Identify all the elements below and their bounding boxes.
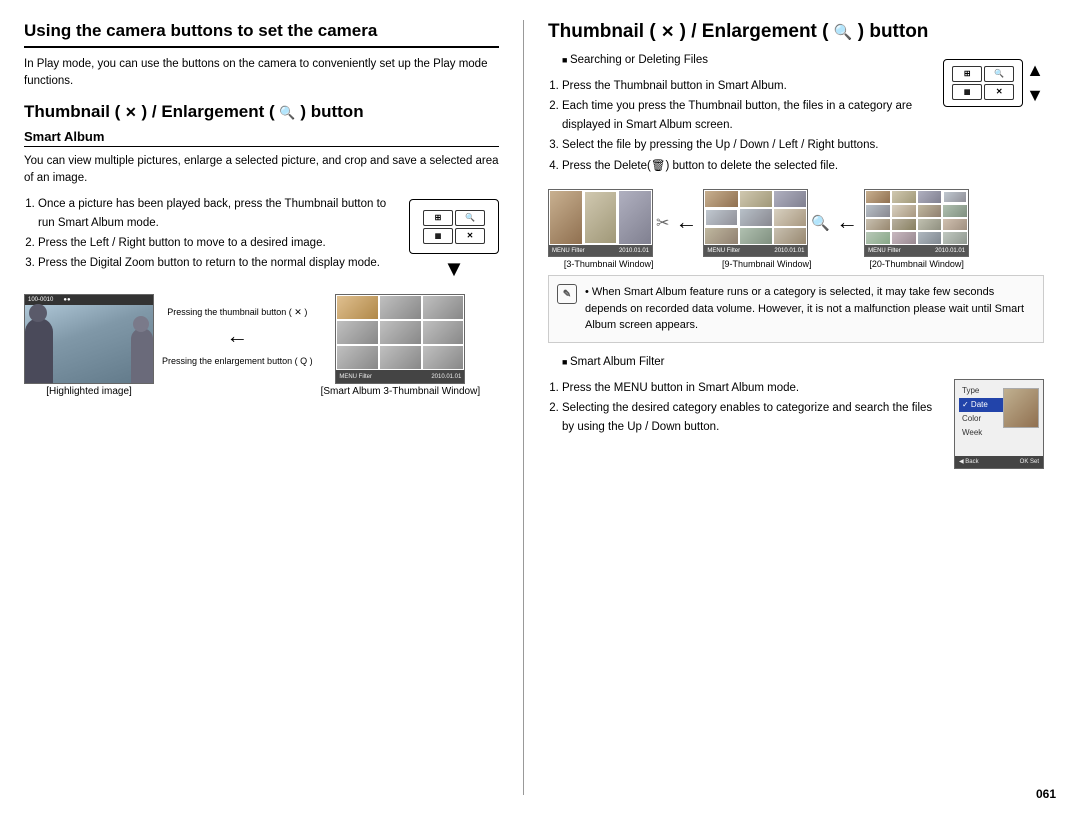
right-step-3: Select the file by pressing the Up / Dow… <box>562 136 933 154</box>
smart-album-label: [Smart Album 3-Thumbnail Window] <box>321 386 481 397</box>
left-image-area: 100-0010 ●● [Highlighted image] Pressing… <box>24 294 499 397</box>
searching-header: Searching or Deleting Files <box>562 51 933 69</box>
btn-cell-tl: ⊞ <box>423 210 453 226</box>
right-step-1: Press the Thumbnail button in Smart Albu… <box>562 77 933 95</box>
right-step-4: Press the Delete(🗑) button to delete the… <box>562 157 933 175</box>
right-section-header: Searching or Deleting Files <box>548 51 933 69</box>
scissors-icon: ✂ <box>656 213 669 233</box>
filter-bottom-bar: ◀ Back OK Set <box>955 456 1043 468</box>
intro-text: In Play mode, you can use the buttons on… <box>24 56 499 91</box>
filter-step-1: Press the MENU button in Smart Album mod… <box>562 379 944 397</box>
pressing-enlarge-label: Pressing the enlargement button ( Q ) <box>162 355 313 368</box>
left-sub-title: Thumbnail ( ✕ ) / Enlargement ( 🔍 ) butt… <box>24 101 499 123</box>
smart-album-desc: You can view multiple pictures, enlarge … <box>24 153 499 188</box>
note-text: • When Smart Album feature runs or a cat… <box>585 284 1035 334</box>
btn-cell-br: ✕ <box>455 228 485 244</box>
highlighted-image-label: [Highlighted image] <box>46 386 132 397</box>
twenty-thumb-window: MENU Filter2010.01.01 [20-Thumbnail Wind… <box>864 189 969 269</box>
nine-thumb-label: [9-Thumbnail Window] <box>722 259 812 269</box>
camera-button-diagram-right: ⊞ 🔍 ▦ ✕ <box>943 59 1023 107</box>
filter-week: Week <box>959 426 1039 440</box>
smart-album-image: MENU Filter 2010.01.01 <box>335 294 465 384</box>
rbtn-tr: 🔍 <box>984 66 1014 82</box>
note-icon: ✎ <box>557 284 577 304</box>
arrows-right: ▲ ▼ <box>1026 60 1044 106</box>
section-title: Using the camera buttons to set the came… <box>24 20 499 48</box>
three-thumb-window: MENU Filter2010.01.01 ◀ 1 2 3 ▶ ✂ [3-Thu… <box>548 189 669 269</box>
right-steps-list: Press the Thumbnail button in Smart Albu… <box>548 77 933 175</box>
three-thumb-img: MENU Filter2010.01.01 ◀ 1 2 3 ▶ <box>548 189 653 257</box>
left-arrow-thumb: ← <box>675 209 697 269</box>
left-step-1: Once a picture has been played back, pre… <box>38 195 399 232</box>
twenty-thumb-img: MENU Filter2010.01.01 <box>864 189 969 257</box>
right-step-2: Each time you press the Thumbnail button… <box>562 97 933 134</box>
rbtn-tl: ⊞ <box>952 66 982 82</box>
pressing-thumb-label: Pressing the thumbnail button ( ✕ ) <box>167 306 307 319</box>
thumbnail-windows-row: MENU Filter2010.01.01 ◀ 1 2 3 ▶ ✂ [3-Thu… <box>548 189 1044 269</box>
btn-cell-tr: 🔍 <box>455 210 485 226</box>
three-thumb-label: [3-Thumbnail Window] <box>564 259 654 269</box>
nine-thumb-img: MENU Filter2010.01.01 <box>703 189 808 257</box>
left-column: Using the camera buttons to set the came… <box>24 20 524 795</box>
filter-steps-list: Press the MENU button in Smart Album mod… <box>548 379 944 438</box>
smart-album-heading: Smart Album <box>24 129 499 147</box>
note-box: ✎ • When Smart Album feature runs or a c… <box>548 275 1044 343</box>
smart-album-filter-header: Smart Album Filter <box>548 353 1044 371</box>
page-number: 061 <box>1036 787 1056 801</box>
right-column: Thumbnail ( ✕ ) / Enlargement ( 🔍 ) butt… <box>524 20 1044 795</box>
twenty-thumb-label: [20-Thumbnail Window] <box>869 259 964 269</box>
down-arrow-icon: ▼ <box>443 256 465 282</box>
right-sub-title: Thumbnail ( ✕ ) / Enlargement ( 🔍 ) butt… <box>548 20 1044 45</box>
highlighted-image: 100-0010 ●● <box>24 294 154 384</box>
btn-cell-bl: ▦ <box>423 228 453 244</box>
rbtn-br: ✕ <box>984 84 1014 100</box>
left-step-3: Press the Digital Zoom button to return … <box>38 254 399 272</box>
left-steps-list: Once a picture has been played back, pre… <box>24 195 399 273</box>
camera-button-diagram: ⊞ 🔍 ▦ ✕ <box>409 199 499 254</box>
left-arrow-icon: ← <box>226 323 248 349</box>
nine-thumb-window: MENU Filter2010.01.01 🔍 [9-Thumbnail Win… <box>703 189 830 269</box>
filter-step-2: Selecting the desired category enables t… <box>562 399 944 436</box>
smart-album-filter-label: Smart Album Filter <box>562 353 1044 371</box>
left-step-2: Press the Left / Right button to move to… <box>38 234 399 252</box>
left-arrow-thumb2: ← <box>836 209 858 269</box>
filter-menu-image: Type ✓ Date Color Week ◀ Back OK Set <box>954 379 1044 469</box>
magnify-icon: 🔍 <box>811 214 830 232</box>
rbtn-bl: ▦ <box>952 84 982 100</box>
